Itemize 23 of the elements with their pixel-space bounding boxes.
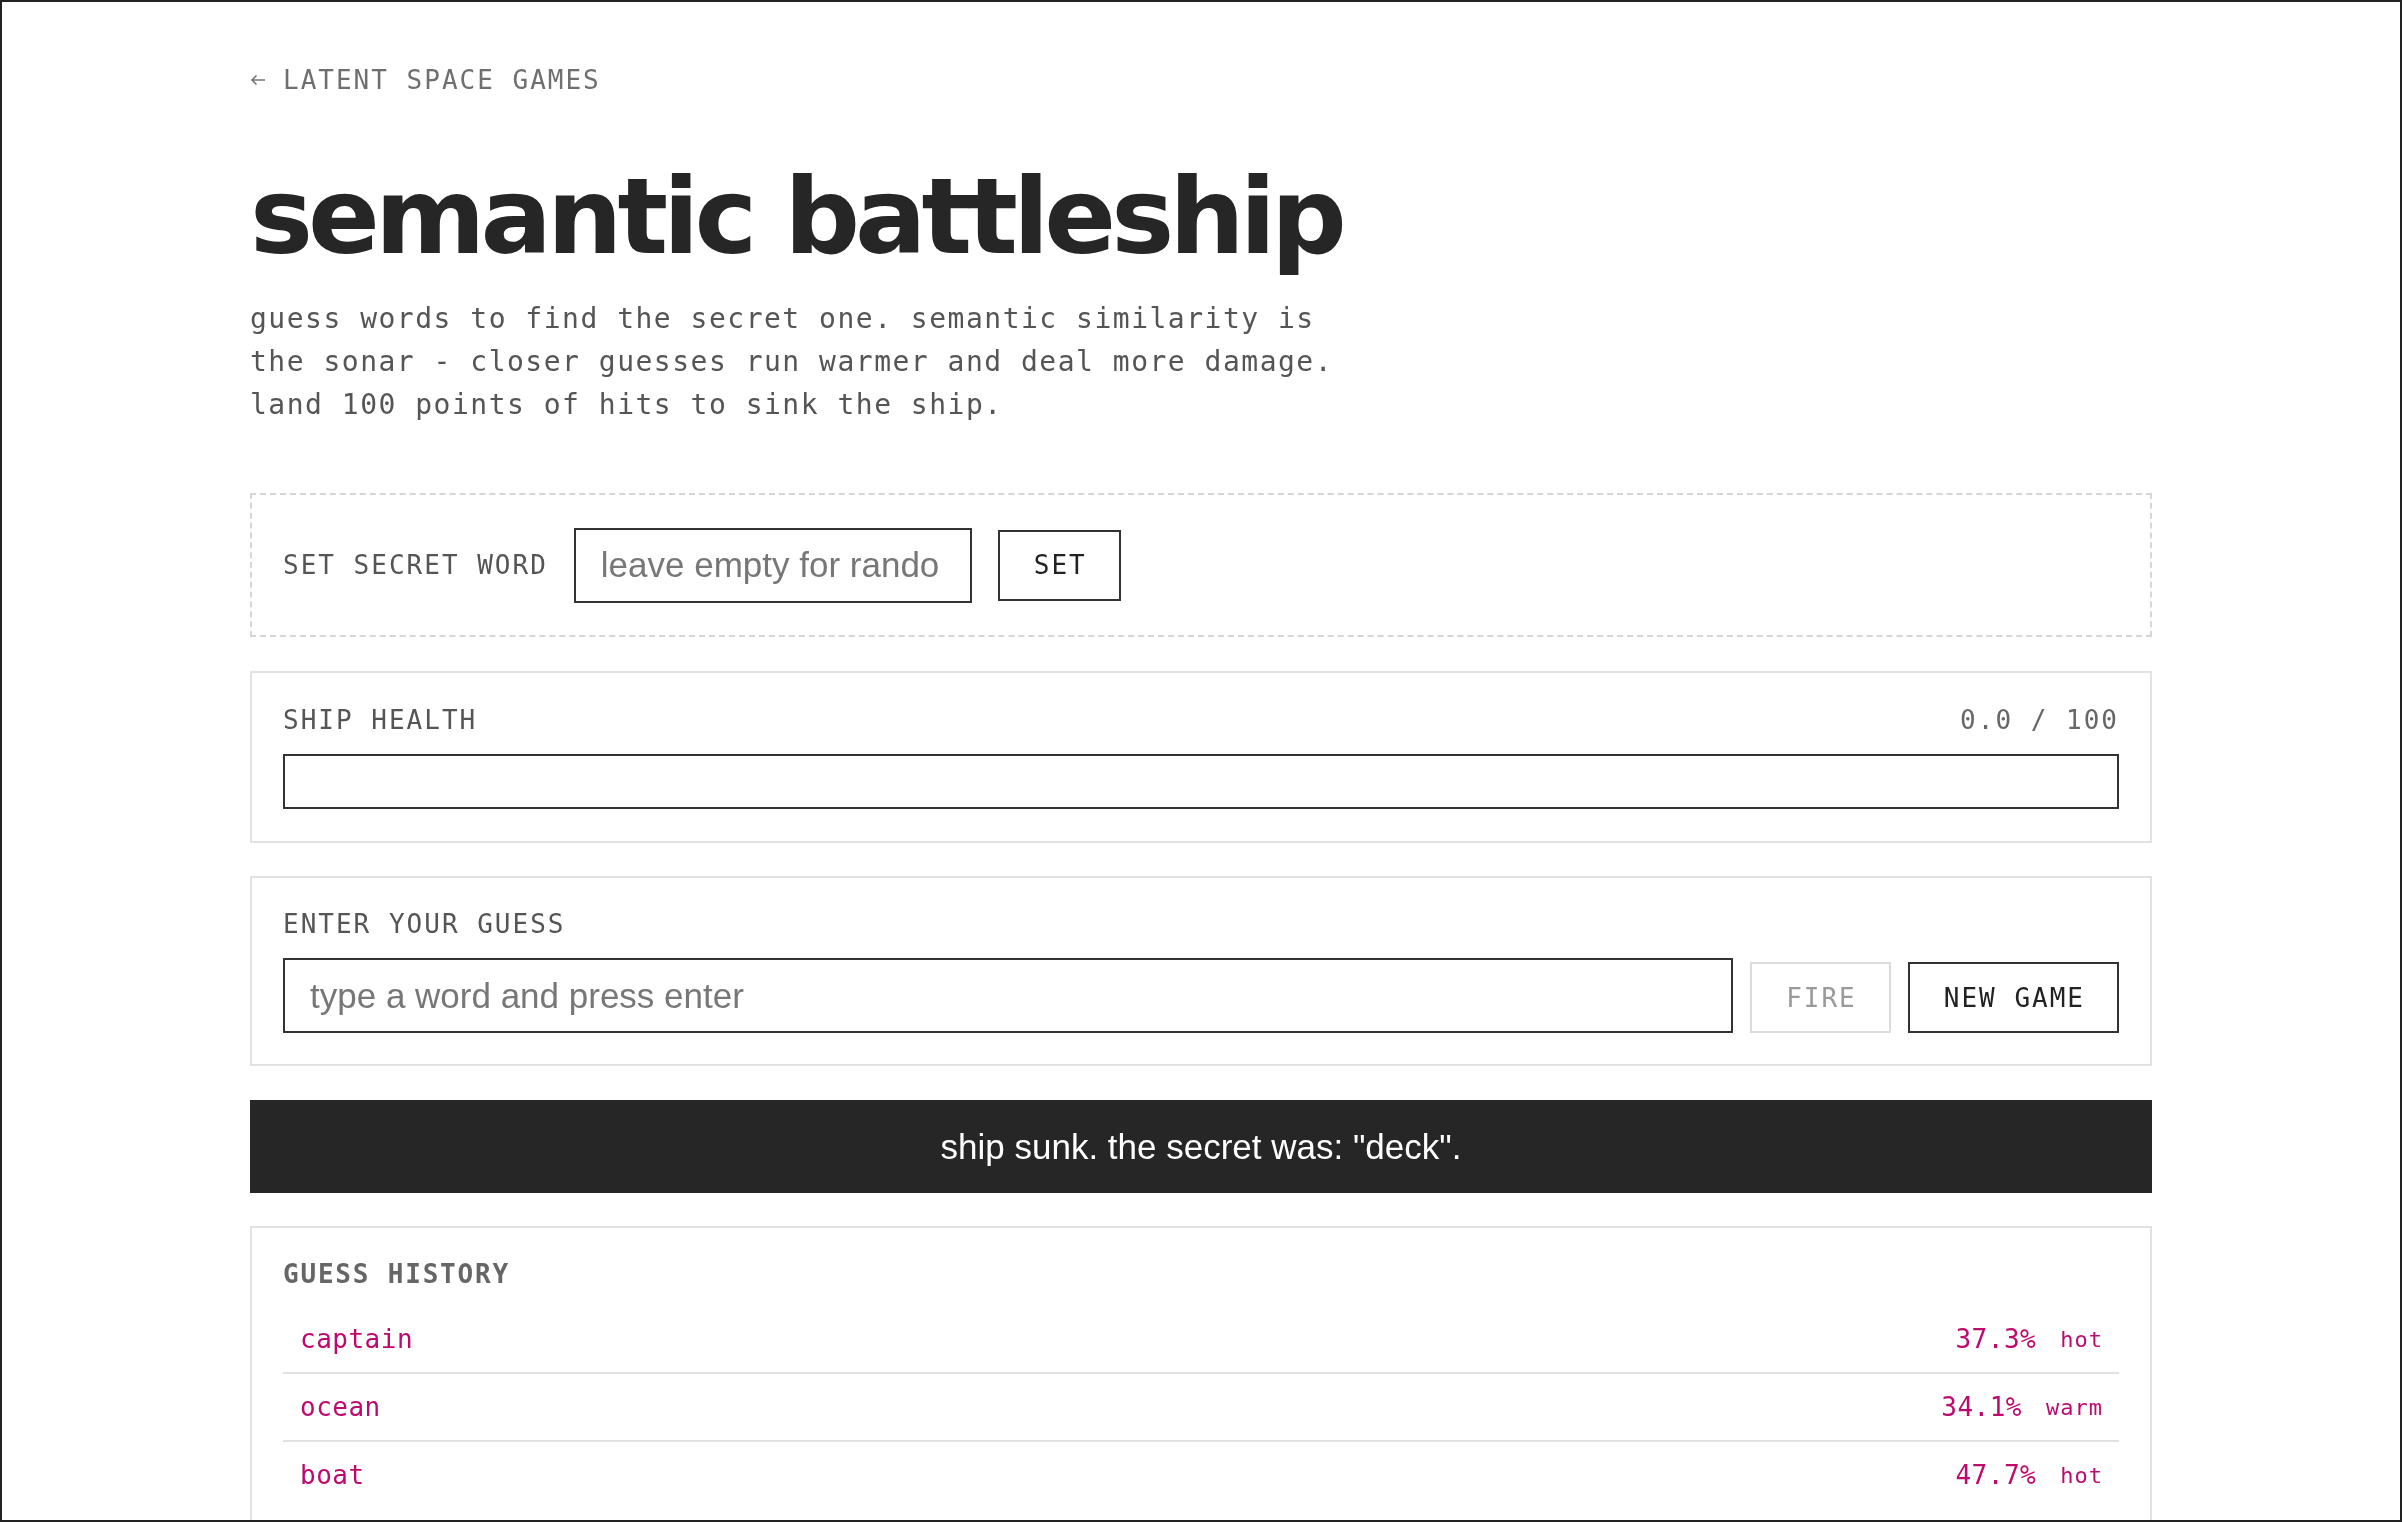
back-link[interactable]: LATENT SPACE GAMES [250,60,601,100]
similarity-score: 37.3% [1955,1324,2037,1354]
guess-input[interactable]: type a word and press enter [283,958,1734,1033]
similarity-score: 47.7% [1955,1460,2037,1490]
secret-word-input[interactable]: leave empty for rando [573,527,972,603]
arrow-left-icon [250,74,266,86]
guess-word: ocean [300,1392,381,1422]
similarity-score: 34.1% [1941,1392,2022,1422]
ship-health-label: SHIP HEALTH [283,704,478,737]
status-banner: ship sunk. the secret was: "deck". [250,1100,2152,1193]
new-game-button[interactable]: NEW GAME [1907,962,2119,1033]
heat-label: hot [2060,1462,2103,1488]
set-button[interactable]: SET [997,529,1121,601]
guess-history-title: GUESS HISTORY [283,1258,510,1291]
guess-word: captain [300,1324,414,1354]
ship-health-reading: 0.0 / 100 [1960,704,2119,737]
guess-word: boat [300,1460,365,1490]
page-title: semantic battleship [250,157,1342,277]
guess-label: ENTER YOUR GUESS [283,908,566,941]
heat-label: warm [2046,1394,2103,1420]
description: guess words to find the secret one. semantic similarity is the sonar - closer guesses run warmer and deal more damage. land 100 points of hits to sink the ship. [250,301,1335,423]
secret-word-label: SET SECRET WORD [283,549,548,582]
heat-label: hot [2060,1326,2103,1352]
